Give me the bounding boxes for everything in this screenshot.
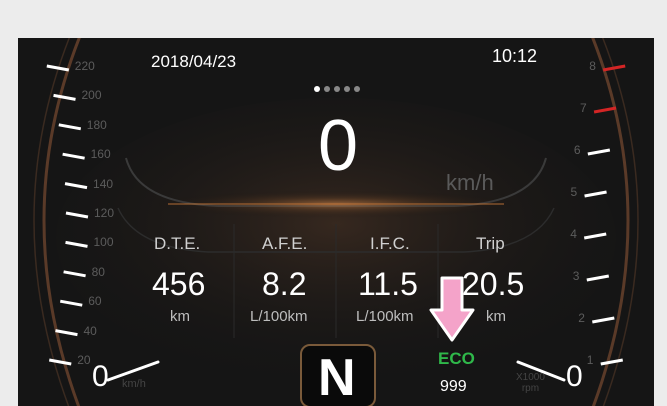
instrument-cluster-screen: 2018/04/23 10:12 0 km/h D.T.E. A.F.E. I.… bbox=[18, 38, 654, 406]
page-dot[interactable] bbox=[334, 86, 340, 92]
eco-label: ECO bbox=[438, 349, 475, 368]
afe-label: A.F.E. bbox=[262, 234, 308, 253]
page-dot[interactable] bbox=[324, 86, 330, 92]
page-dot[interactable] bbox=[314, 86, 320, 92]
rpm-scale-label: 7 bbox=[580, 101, 587, 115]
rpm-scale-label: 3 bbox=[572, 269, 580, 283]
dte-unit: km bbox=[170, 308, 190, 325]
clock-display: 10:12 bbox=[492, 46, 538, 66]
rpm-unit-line2: rpm bbox=[521, 383, 540, 394]
afe-value: 8.2 bbox=[262, 266, 307, 302]
speed-scale-label: 140 bbox=[93, 176, 114, 191]
date-display: 2018/04/23 bbox=[151, 52, 237, 71]
page-dot[interactable] bbox=[344, 86, 350, 92]
ifc-value: 11.5 bbox=[358, 266, 418, 302]
rpm-scale-label: 8 bbox=[589, 59, 596, 73]
eco-value: 999 bbox=[440, 378, 467, 395]
speed-scale-label: 20 bbox=[77, 353, 91, 367]
page-indicator[interactable] bbox=[314, 86, 360, 92]
rpm-scale-label: 4 bbox=[570, 227, 577, 241]
dte-label: D.T.E. bbox=[154, 234, 201, 253]
rpm-scale-label: 2 bbox=[578, 311, 585, 325]
speed-scale-label: 180 bbox=[86, 117, 107, 132]
rpm-zero-label: 0 bbox=[566, 360, 583, 393]
rpm-unit-line1: X1000 bbox=[516, 372, 545, 383]
trip-unit: km bbox=[486, 308, 506, 325]
rpm-scale-label: 6 bbox=[573, 143, 581, 157]
speed-unit: km/h bbox=[446, 170, 494, 195]
rpm-unit-label: X1000 rpm bbox=[516, 372, 545, 394]
speed-scale-label: 100 bbox=[93, 235, 114, 250]
rpm-scale-label: 5 bbox=[570, 185, 578, 199]
speed-scale-label: 120 bbox=[93, 206, 114, 220]
gear-position: N bbox=[318, 349, 356, 406]
speed-scale-label: 60 bbox=[88, 294, 102, 309]
ifc-unit: L/100km bbox=[356, 308, 414, 325]
trip-label: Trip bbox=[476, 234, 505, 253]
speed-value: 0 bbox=[318, 106, 359, 186]
down-arrow-icon bbox=[429, 276, 475, 342]
ifc-label: I.F.C. bbox=[370, 234, 410, 253]
speed-scale-label: 200 bbox=[81, 88, 102, 103]
afe-unit: L/100km bbox=[250, 308, 308, 325]
speed-zero-label: 0 bbox=[92, 360, 109, 393]
speed-scale-label: 220 bbox=[74, 59, 95, 73]
page-dot[interactable] bbox=[354, 86, 360, 92]
speed-scale-label: 80 bbox=[91, 264, 105, 279]
speed-scale-label: 40 bbox=[83, 323, 97, 338]
rpm-scale-label: 1 bbox=[586, 353, 594, 367]
dte-value: 456 bbox=[152, 266, 206, 302]
speed-gauge-unit: km/h bbox=[122, 378, 146, 390]
speed-scale-label: 160 bbox=[90, 147, 111, 162]
